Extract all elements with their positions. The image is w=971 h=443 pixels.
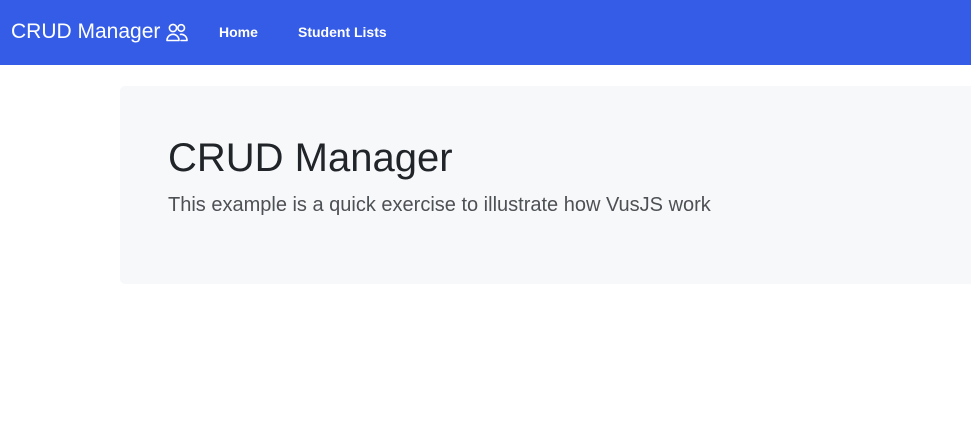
nav-home-link[interactable]: Home bbox=[219, 23, 258, 41]
page-lead-text: This example is a quick exercise to illu… bbox=[168, 194, 711, 216]
hero-panel: CRUD Manager This example is a quick exe… bbox=[120, 86, 971, 284]
page-title: CRUD Manager bbox=[168, 136, 453, 180]
nav-student-lists-link[interactable]: Student Lists bbox=[298, 23, 387, 41]
brand-name: CRUD Manager bbox=[11, 20, 161, 43]
top-navbar: CRUD Manager Home Student Lists bbox=[0, 0, 971, 65]
brand-link[interactable]: CRUD Manager bbox=[11, 19, 189, 45]
users-icon bbox=[166, 22, 189, 42]
